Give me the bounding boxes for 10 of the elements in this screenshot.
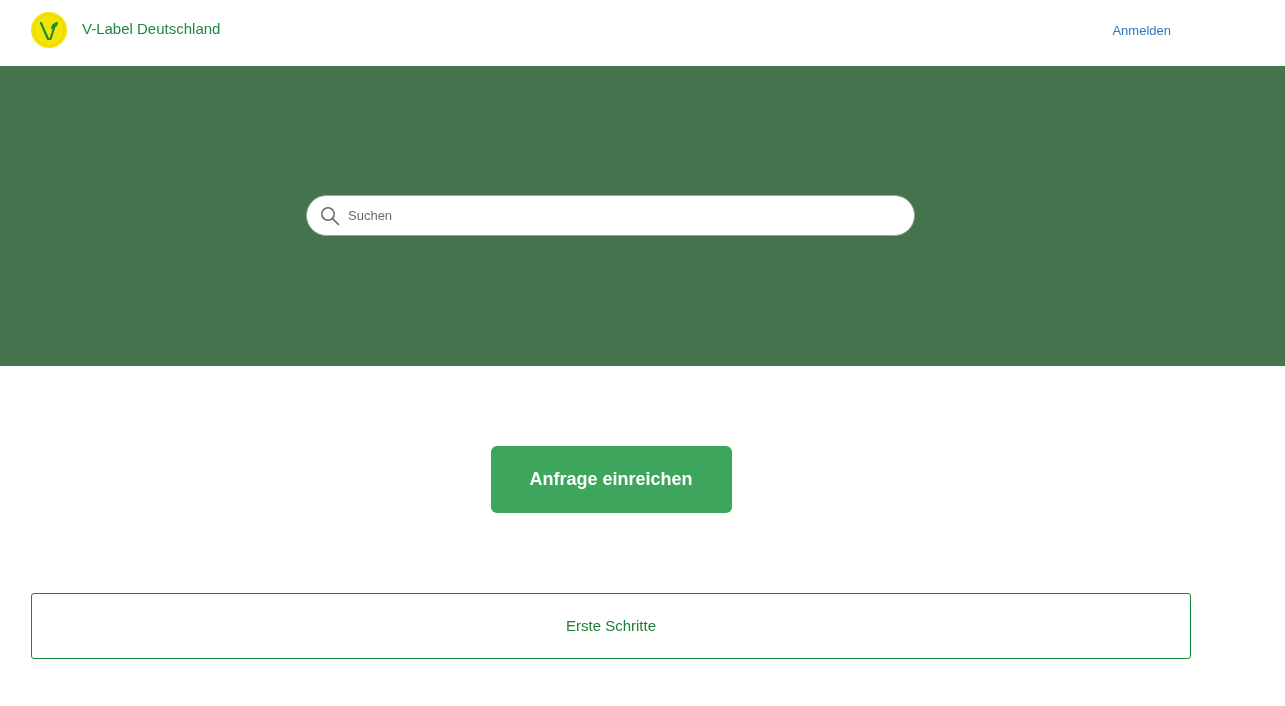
submit-request-button[interactable]: Anfrage einreichen [490, 446, 732, 513]
search-input[interactable]: Suchen [348, 205, 888, 226]
section-card-link[interactable]: Erste Schritte [31, 593, 1191, 659]
brand-link[interactable]: V-Label Deutschland [31, 12, 221, 48]
search-field[interactable]: Suchen [306, 195, 915, 236]
section-title: Erste Schritte [566, 617, 656, 635]
search-icon [320, 205, 340, 226]
v-leaf-logo-icon [31, 12, 67, 48]
brand-name[interactable]: V-Label Deutschland [82, 19, 221, 38]
sign-in-link[interactable]: Anmelden [1112, 23, 1171, 39]
